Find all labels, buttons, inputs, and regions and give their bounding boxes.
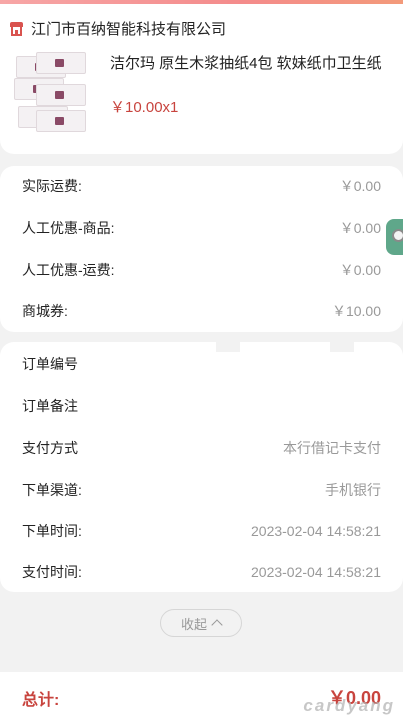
order-row-pay-time: 支付时间: 2023-02-04 14:58:21: [22, 562, 381, 582]
order-label: 下单时间:: [22, 523, 82, 539]
fee-card: 实际运费: ￥0.00 人工优惠-商品: ￥0.00 人工优惠-运费: ￥0.0…: [0, 166, 403, 332]
card-notch: [216, 342, 240, 352]
store-product-card: 江门市百纳智能科技有限公司 洁尔玛 原生木浆抽纸4包 软妹纸巾卫生纸 ￥10.0…: [0, 4, 403, 154]
customer-service-icon: [392, 229, 403, 242]
order-row-channel: 下单渠道: 手机银行: [22, 480, 381, 500]
fee-label: 人工优惠-商品:: [22, 220, 115, 236]
order-value: 手机银行: [325, 482, 381, 498]
order-info-card: 订单编号 订单备注 支付方式 本行借记卡支付 下单渠道: 手机银行 下单时间: …: [0, 342, 403, 592]
fee-value: ￥0.00: [339, 220, 381, 236]
product-image[interactable]: [14, 50, 88, 136]
fee-label: 商城券:: [22, 303, 68, 319]
order-label: 支付方式: [22, 440, 78, 456]
total-label: 总计:: [22, 692, 60, 709]
fee-row-shipping: 实际运费: ￥0.00: [22, 176, 381, 196]
fee-value: ￥10.00: [331, 303, 381, 319]
order-row-remark: 订单备注: [22, 396, 381, 416]
store-header[interactable]: 江门市百纳智能科技有限公司: [10, 18, 226, 39]
fee-label: 实际运费:: [22, 178, 82, 194]
chevron-up-icon: [211, 619, 223, 631]
floating-service-tab[interactable]: [386, 219, 403, 255]
fee-row-shipping-discount: 人工优惠-运费: ￥0.00: [22, 260, 381, 280]
fee-row-coupon: 商城券: ￥10.00: [22, 301, 381, 321]
order-row-number: 订单编号: [22, 354, 381, 374]
order-value: 2023-02-04 14:58:21: [251, 523, 381, 539]
watermark: cardyang: [303, 696, 395, 715]
order-label: 支付时间:: [22, 564, 82, 580]
store-name: 江门市百纳智能科技有限公司: [31, 21, 227, 38]
order-row-payment-method: 支付方式 本行借记卡支付: [22, 438, 381, 458]
fee-value: ￥0.00: [339, 178, 381, 194]
product-price: ￥10.00x1: [110, 99, 179, 116]
order-row-order-time: 下单时间: 2023-02-04 14:58:21: [22, 521, 381, 541]
collapse-button[interactable]: 收起: [160, 609, 242, 637]
card-notch: [330, 342, 354, 352]
store-icon: [10, 21, 23, 36]
fee-label: 人工优惠-运费:: [22, 262, 115, 278]
order-value: 2023-02-04 14:58:21: [251, 564, 381, 580]
order-label: 订单编号: [22, 356, 78, 372]
order-label: 下单渠道:: [22, 482, 82, 498]
collapse-label: 收起: [180, 616, 207, 632]
order-value: 本行借记卡支付: [283, 440, 381, 456]
fee-row-product-discount: 人工优惠-商品: ￥0.00: [22, 218, 381, 238]
product-title[interactable]: 洁尔玛 原生木浆抽纸4包 软妹纸巾卫生纸: [110, 52, 395, 73]
order-label: 订单备注: [22, 398, 78, 414]
fee-value: ￥0.00: [339, 262, 381, 278]
